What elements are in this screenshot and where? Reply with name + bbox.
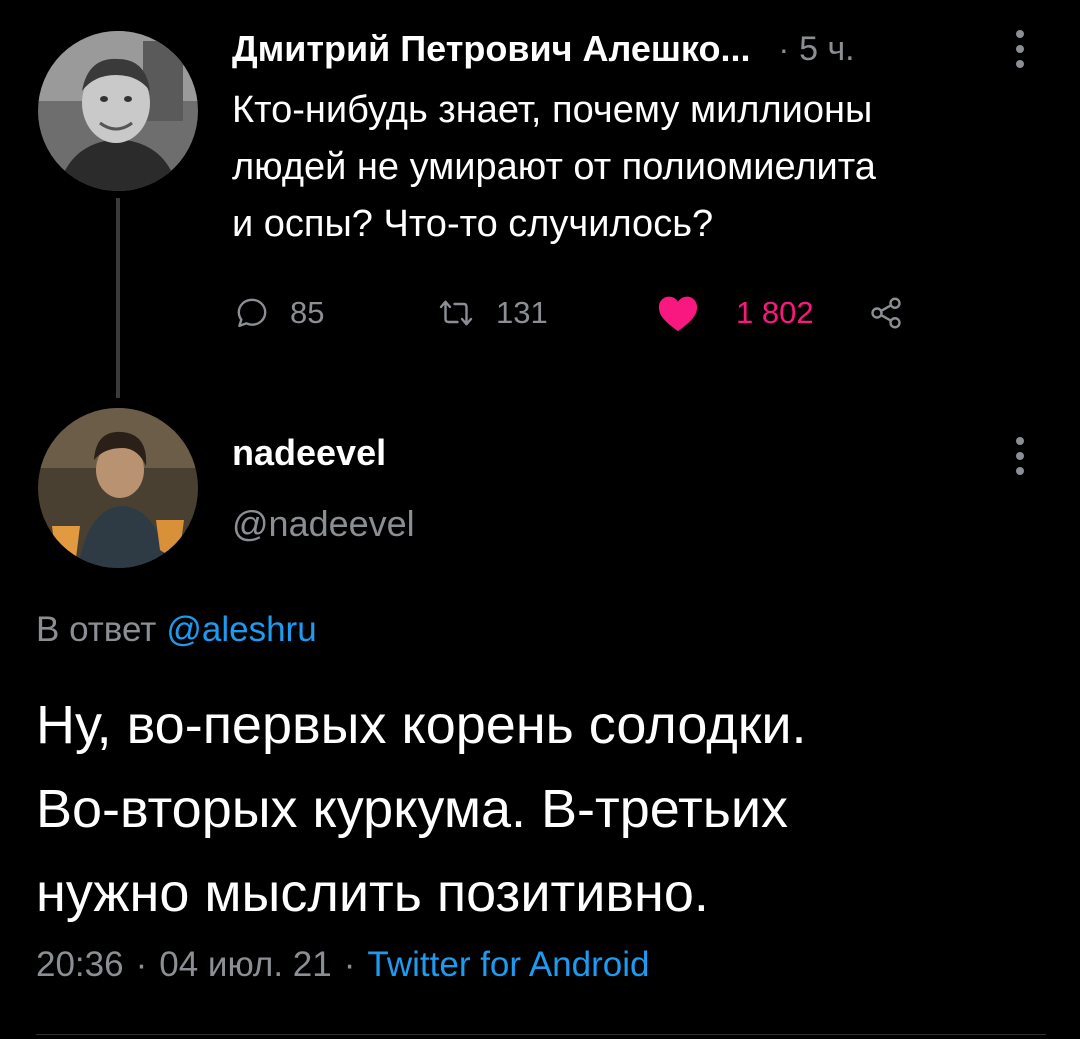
reply-more-menu-icon[interactable] [1015,437,1025,475]
parent-tweet-text[interactable]: Кто-нибудь знает, почему миллионы людей … [232,82,1032,253]
reply-text-line: нужно мыслить позитивно. [36,863,709,923]
in-reply-mention-link[interactable]: @aleshru [166,610,316,649]
parent-text-line: Кто-нибудь знает, почему миллионы [232,89,873,131]
parent-action-bar: 85 131 1 802 [228,285,928,341]
share-icon [871,297,901,329]
tweet-client-link[interactable]: Twitter for Android [367,945,649,984]
meta-separator: · [343,945,356,984]
tweet-date: 04 июл. 21 [159,945,332,984]
reply-text-line: Ну, во-первых корень солодки. [36,695,807,755]
parent-more-menu-icon[interactable] [1015,30,1025,68]
parent-author-avatar[interactable] [38,31,198,191]
tweet-meta: 20:36 · 04 июл. 21 · Twitter for Android [36,945,649,985]
reply-tweet-text: Ну, во-первых корень солодки. Во-вторых … [36,683,1046,935]
reply-author-avatar[interactable] [38,408,198,568]
meta-separator: · [135,945,148,984]
retweet-count: 131 [496,295,548,330]
thread-connector-line [116,198,120,398]
parent-author-name[interactable]: Дмитрий Петрович Алешко... [232,28,750,70]
divider [36,1034,1046,1035]
comment-bubble-icon [237,298,267,328]
dot [1016,452,1024,460]
in-reply-label: В ответ [36,610,157,649]
parent-text-line: людей не умирают от полиомиелита [232,146,876,188]
dot [1016,45,1024,53]
share-button[interactable] [868,285,904,341]
avatar-photo [38,408,198,568]
in-reply-to: В ответ @aleshru [36,610,317,650]
dot [1016,30,1024,38]
heart-icon [658,296,698,332]
reply-text-line: Во-вторых куркума. В-третьих [36,779,789,839]
tweet-time: 20:36 [36,945,124,984]
reply-count: 85 [290,295,325,330]
parent-tweet-header: Дмитрий Петрович Алешко... · 5 ч. [232,24,1032,74]
like-button[interactable]: 1 802 [656,285,814,341]
dot [1016,467,1024,475]
header-separator: · [778,30,790,67]
reply-author-name[interactable]: nadeevel [232,432,386,474]
parent-tweet-time[interactable]: 5 ч. [799,30,855,69]
parent-text-line: и оспы? Что-то случилось? [232,203,714,245]
dot [1016,437,1024,445]
like-count: 1 802 [736,295,814,330]
retweet-arrows-icon [439,300,473,326]
retweet-button[interactable]: 131 [436,285,548,341]
avatar-photo [38,31,198,191]
dot [1016,60,1024,68]
reply-author-handle[interactable]: @nadeevel [232,503,415,545]
reply-button[interactable]: 85 [234,285,324,341]
